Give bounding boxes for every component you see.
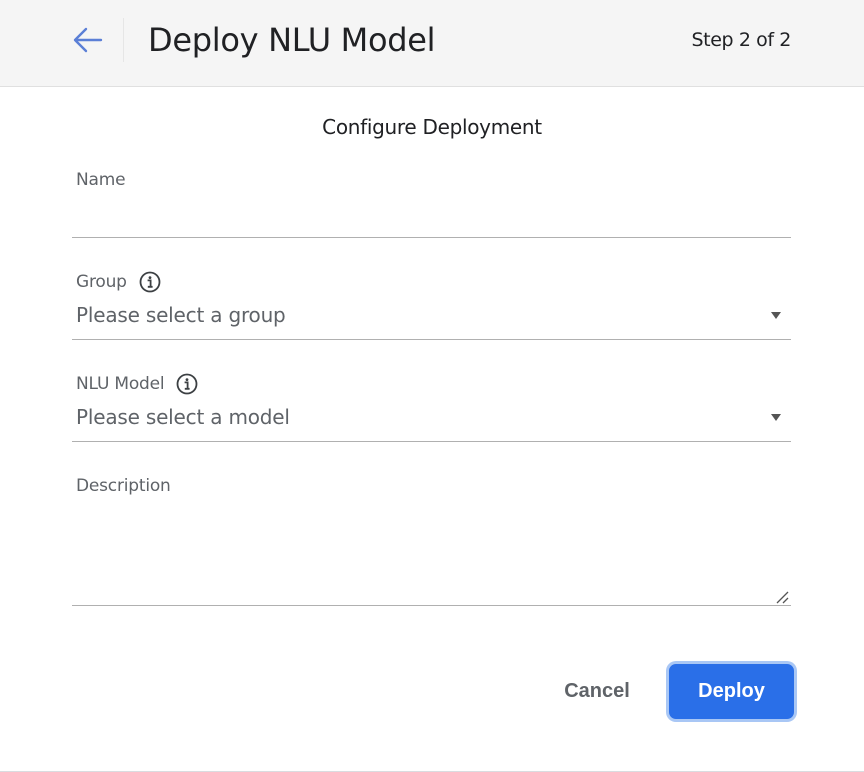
nlu-model-underline (72, 441, 791, 442)
deploy-button[interactable]: Deploy (669, 664, 794, 719)
group-label: Group (76, 272, 127, 292)
name-underline (72, 237, 791, 238)
dialog-title: Deploy NLU Model (148, 21, 436, 59)
nlu-model-label: NLU Model (76, 374, 165, 394)
name-input[interactable] (76, 206, 776, 234)
info-icon[interactable] (139, 271, 161, 293)
group-field: Group Please select a group (72, 270, 791, 342)
arrow-left-icon (73, 27, 103, 53)
caret-down-icon (771, 414, 781, 421)
nlu-model-select-value: Please select a model (76, 405, 290, 429)
description-field: Description (72, 474, 791, 608)
back-button[interactable] (64, 18, 112, 62)
cancel-button[interactable]: Cancel (548, 666, 646, 716)
deploy-dialog: Deploy NLU Model Step 2 of 2 Configure D… (0, 0, 864, 772)
nlu-model-field: NLU Model Please select a model (72, 372, 791, 444)
dialog-header: Deploy NLU Model Step 2 of 2 (0, 0, 864, 87)
header-divider (123, 18, 124, 62)
group-underline (72, 339, 791, 340)
group-select-value: Please select a group (76, 303, 286, 327)
nlu-model-label-row: NLU Model (76, 373, 198, 395)
description-label: Description (76, 476, 171, 496)
group-select[interactable]: Please select a group (72, 300, 791, 334)
name-field: Name (72, 168, 791, 240)
group-label-row: Group (76, 271, 161, 293)
description-textarea[interactable] (76, 504, 780, 592)
nlu-model-select[interactable]: Please select a model (72, 402, 791, 436)
info-icon[interactable] (176, 373, 198, 395)
name-label: Name (76, 170, 126, 190)
caret-down-icon (771, 312, 781, 319)
description-underline (72, 605, 791, 606)
step-indicator: Step 2 of 2 (691, 29, 792, 51)
resize-handle-icon[interactable] (775, 590, 789, 604)
section-title: Configure Deployment (322, 115, 542, 139)
